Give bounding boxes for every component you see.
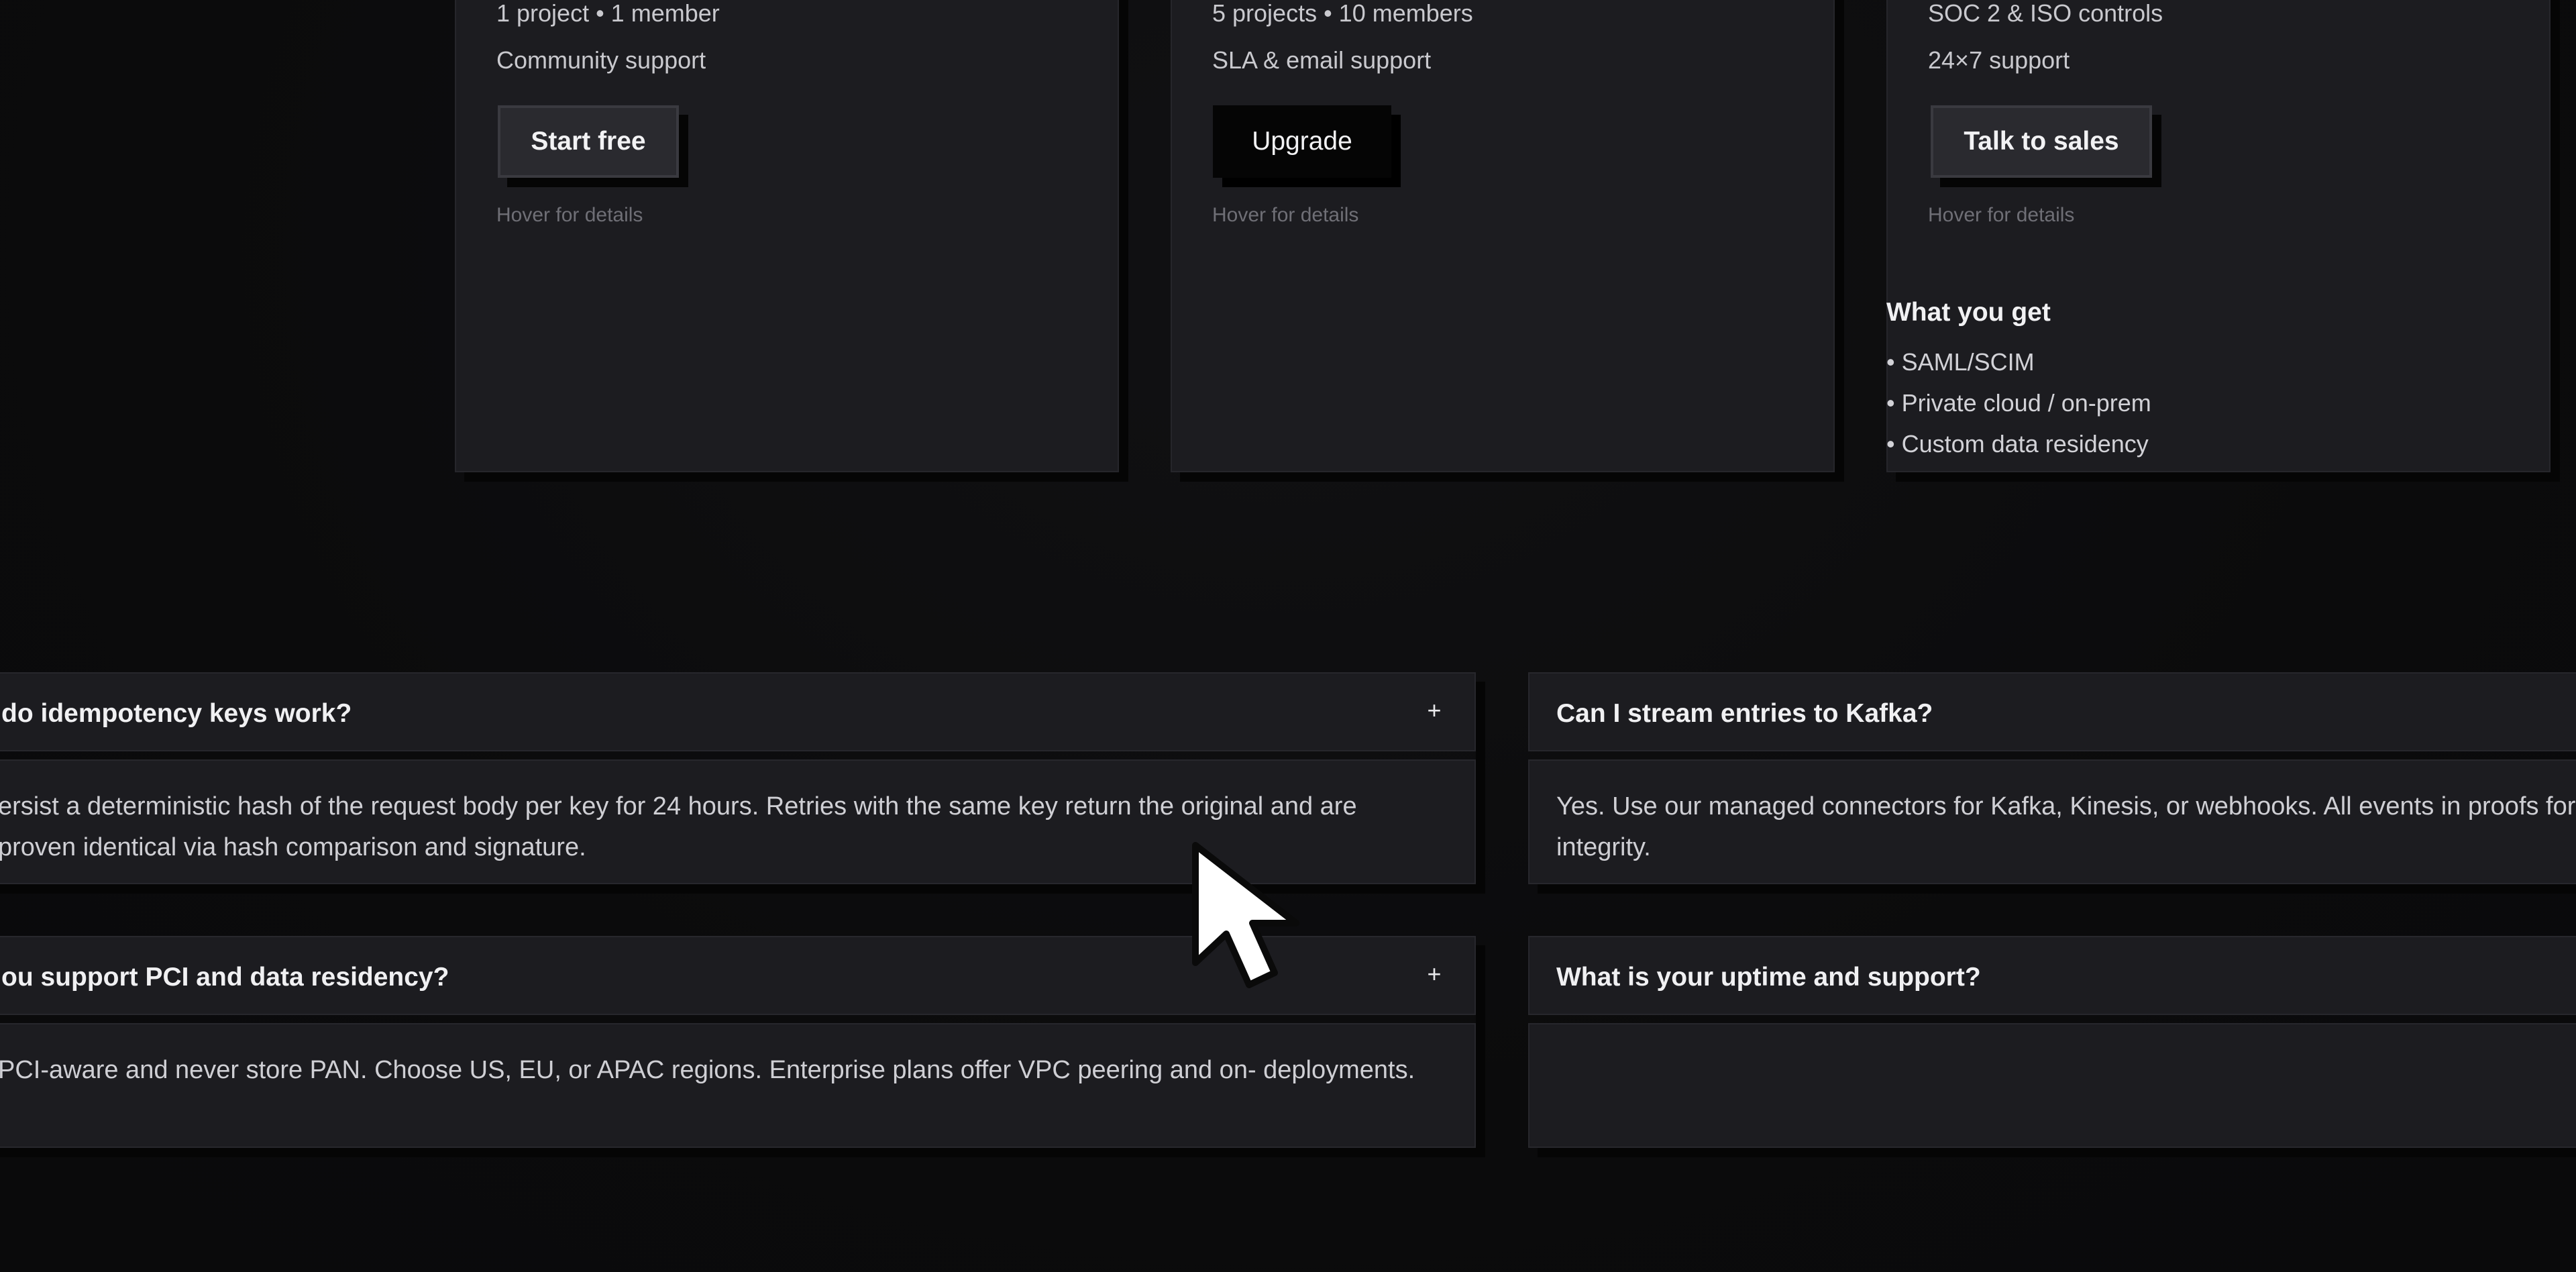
faq-question: do idempotency keys work? xyxy=(1,699,352,728)
mouse-pointer-icon xyxy=(1192,842,1299,988)
plus-icon[interactable]: + xyxy=(1421,960,1448,988)
plus-icon[interactable]: + xyxy=(1421,696,1448,725)
details-item: • SAML/SCIM xyxy=(1886,348,2035,376)
page: 1 project • 1 member Community support S… xyxy=(0,0,2576,1272)
plan-details-tooltip: What you get • SAML/SCIM • Private cloud… xyxy=(1886,298,2151,473)
upgrade-button[interactable]: Upgrade xyxy=(1213,105,1391,178)
details-item: • Custom data residency xyxy=(1886,430,2149,458)
faq-question: What is your uptime and support? xyxy=(1556,963,1981,992)
plan-feature: 1 project • 1 member xyxy=(496,0,720,27)
plan-features: 1 project • 1 member Community support xyxy=(496,1,1091,95)
faq-answer: Yes. Use our managed connectors for Kafk… xyxy=(1556,792,2576,861)
plan-feature: SLA & email support xyxy=(1212,46,1432,74)
details-item: • Private cloud / on-prem xyxy=(1886,389,2151,417)
plan-features: SOC 2 & ISO controls 24×7 support xyxy=(1928,1,2522,95)
start-free-button[interactable]: Start free xyxy=(498,105,679,178)
hover-hint: Hover for details xyxy=(1212,204,1359,226)
pricing-card-free: 1 project • 1 member Community support S… xyxy=(455,0,1119,472)
plan-features: 5 projects • 10 members SLA & email supp… xyxy=(1212,1,1807,95)
plan-feature: Community support xyxy=(496,46,706,74)
plan-feature: 5 projects • 10 members xyxy=(1212,0,1473,27)
faq-question-header[interactable]: Can I stream entries to Kafka? xyxy=(1528,672,2576,751)
faq-question-header[interactable]: What is your uptime and support? xyxy=(1528,936,2576,1015)
hover-hint: Hover for details xyxy=(1928,204,2075,226)
faq-answer-panel: Yes. Use our managed connectors for Kafk… xyxy=(1528,759,2576,884)
hover-hint: Hover for details xyxy=(496,204,643,226)
faq-item-kafka: Can I stream entries to Kafka? Yes. Use … xyxy=(1528,672,2576,884)
pricing-card-pro: 5 projects • 10 members SLA & email supp… xyxy=(1171,0,1835,472)
details-heading: What you get xyxy=(1886,298,2051,327)
plan-feature: SOC 2 & ISO controls xyxy=(1928,0,2163,27)
faq-question: ou support PCI and data residency? xyxy=(1,963,449,992)
plan-feature: 24×7 support xyxy=(1928,46,2070,74)
faq-answer-panel xyxy=(1528,1023,2576,1148)
faq-question: Can I stream entries to Kafka? xyxy=(1556,699,1933,728)
faq-answer-panel: PCI-aware and never store PAN. Choose US… xyxy=(0,1023,1476,1148)
faq-question-header[interactable]: do idempotency keys work? + xyxy=(0,672,1476,751)
faq-answer: PCI-aware and never store PAN. Choose US… xyxy=(0,1056,1415,1084)
talk-to-sales-button[interactable]: Talk to sales xyxy=(1931,105,2152,178)
faq-item-uptime: What is your uptime and support? xyxy=(1528,936,2576,1148)
